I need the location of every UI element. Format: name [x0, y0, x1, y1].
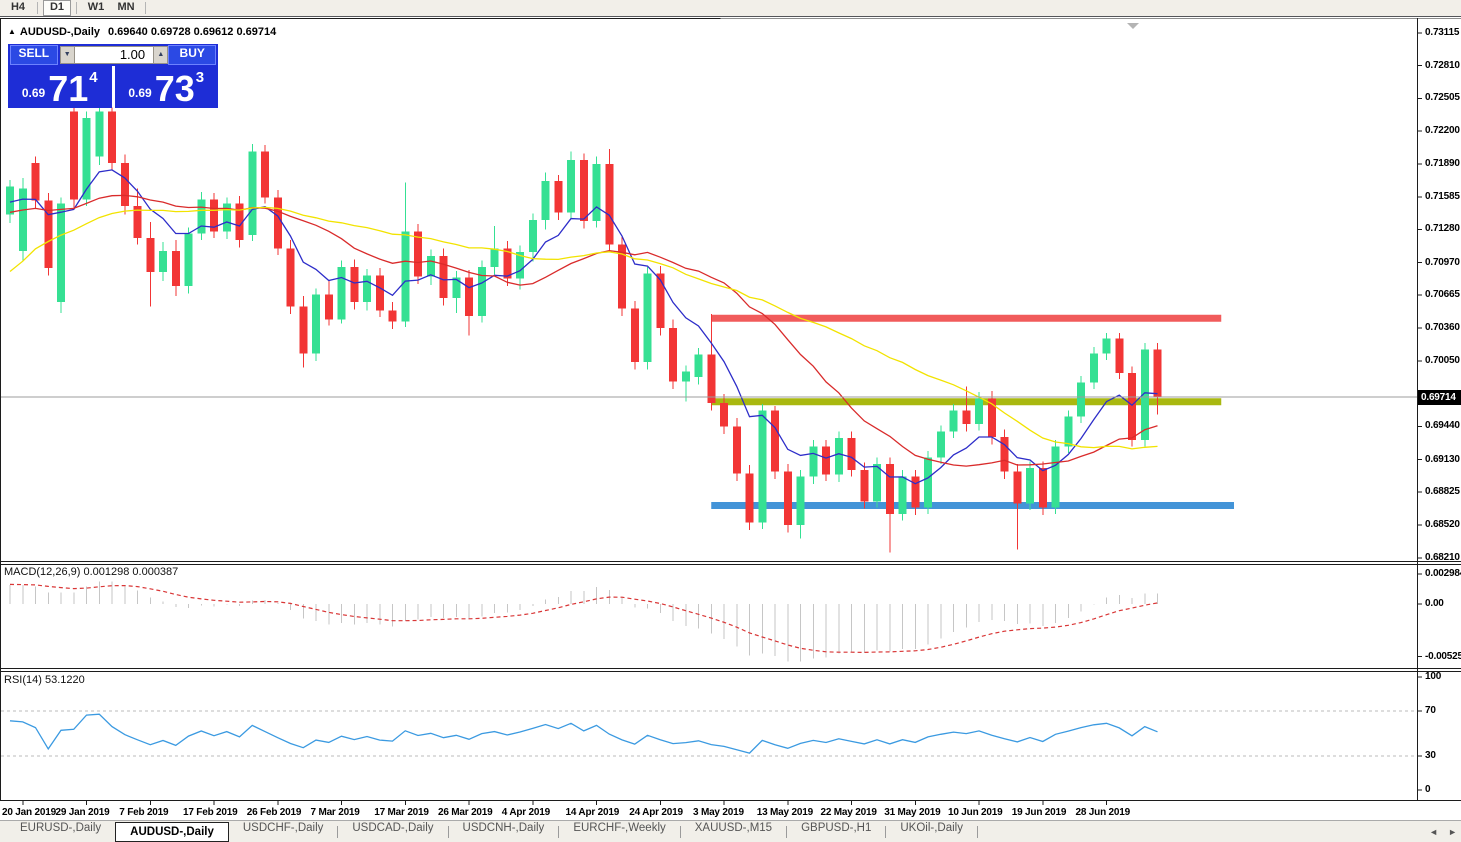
- sell-price-pip: 4: [89, 69, 98, 86]
- date-axis-label: 13 May 2019: [756, 807, 813, 818]
- volume-input[interactable]: 1.00: [74, 46, 154, 64]
- date-axis-label: 17 Mar 2019: [374, 807, 429, 818]
- date-axis-label: 7 Mar 2019: [310, 807, 360, 818]
- macd-axis-label: -0.005256: [1425, 650, 1461, 662]
- buy-button[interactable]: BUY: [168, 45, 217, 65]
- date-axis-label: 31 May 2019: [884, 807, 941, 818]
- buy-price-box[interactable]: 0.69 73 3: [114, 66, 218, 110]
- price-axis-label: 0.72810: [1425, 59, 1460, 71]
- date-axis-label: 7 Feb 2019: [119, 807, 169, 818]
- date-axis-label: 17 Feb 2019: [183, 807, 238, 818]
- price-axis-label: 0.68210: [1425, 551, 1460, 563]
- tab-xauusd-m15[interactable]: XAUUSD-,M15: [681, 822, 786, 842]
- price-axis-label: 0.69440: [1425, 420, 1460, 432]
- timeframe-button-w1[interactable]: W1: [82, 0, 110, 16]
- date-axis-label: 26 Feb 2019: [246, 807, 302, 818]
- price-axis-label: 0.70970: [1425, 256, 1460, 268]
- price-axis-label: 0.70665: [1425, 289, 1460, 301]
- macd-label: MACD(12,26,9) 0.001298 0.000387: [4, 566, 179, 578]
- tab-usdchf-daily[interactable]: USDCHF-,Daily: [229, 822, 338, 842]
- tab-scroll-left-button[interactable]: ◄: [1429, 825, 1438, 839]
- date-axis-label: 20 Jan 2019: [2, 807, 56, 818]
- tab-usdcnh-daily[interactable]: USDCNH-,Daily: [449, 822, 559, 842]
- chart-window[interactable]: ▲ AUDUSD-,Daily 0.69640 0.69728 0.69612 0.…: [0, 18, 1461, 820]
- toolbar-separator: [37, 2, 38, 14]
- price-axis-label: 0.68825: [1425, 486, 1460, 498]
- tab-eurchf-weekly[interactable]: EURCHF-,Weekly: [559, 822, 679, 842]
- chart-tab-bar: EURUSD-,Daily AUDUSD-,Daily USDCHF-,Daily U…: [0, 820, 1461, 842]
- timeframe-button-h4[interactable]: H4: [4, 0, 32, 16]
- chart-ohlc-values: 0.69640 0.69728 0.69612 0.69714: [108, 26, 277, 38]
- date-axis-label: 28 Jun 2019: [1075, 807, 1131, 818]
- sell-price-prefix: 0.69: [21, 86, 46, 100]
- rsi-axis-label: 30: [1425, 750, 1436, 762]
- sell-button[interactable]: SELL: [10, 45, 58, 65]
- one-click-trading-panel: SELL ▼ 1.00 ▲ BUY 0.69 71 4 0.69 73 3: [8, 44, 218, 108]
- tab-gbpusd-h1[interactable]: GBPUSD-,H1: [787, 822, 885, 842]
- timeframe-button-d1[interactable]: D1: [43, 0, 71, 16]
- timeframe-toolbar: H4 D1 W1 MN: [0, 0, 1461, 17]
- macd-axis-label: 0.002984: [1425, 568, 1461, 580]
- chart-symbol-label: AUDUSD-,Daily: [19, 26, 100, 38]
- date-axis-label: 14 Apr 2019: [565, 807, 620, 818]
- price-axis-label: 0.71280: [1425, 223, 1460, 235]
- tab-scroll-controls: ◄ ►: [1429, 825, 1457, 839]
- price-axis-label: 0.71585: [1425, 190, 1460, 202]
- toolbar-separator: [76, 2, 77, 14]
- rsi-axis-label: 0: [1425, 784, 1431, 795]
- volume-increase-button[interactable]: ▲: [153, 46, 169, 64]
- price-axis-label: 0.72505: [1425, 92, 1460, 104]
- price-axis-label: 0.70360: [1425, 321, 1460, 333]
- date-axis-label: 29 Jan 2019: [55, 807, 110, 818]
- buy-price-prefix: 0.69: [128, 86, 152, 100]
- buy-price-big: 73: [154, 68, 195, 110]
- date-axis-label: 4 Apr 2019: [501, 807, 550, 818]
- date-axis-label: 10 Jun 2019: [948, 807, 1003, 818]
- rsi-axis-label: 70: [1425, 704, 1436, 716]
- date-axis-label: 26 Mar 2019: [438, 807, 493, 818]
- collapse-arrow-icon[interactable]: ▲: [8, 27, 16, 36]
- date-axis-label: 24 Apr 2019: [629, 807, 683, 818]
- current-price-tag: 0.69714: [1418, 390, 1461, 405]
- macd-axis-label: 0.00: [1425, 598, 1444, 609]
- price-axis-label: 0.72200: [1425, 124, 1460, 136]
- mt4-terminal: H4 D1 W1 MN ▲ AUDUSD-,Daily 0.69640 0.69728 0…: [0, 0, 1461, 842]
- rsi-axis-label: 100: [1425, 671, 1442, 682]
- date-axis-label: 22 May 2019: [820, 807, 877, 818]
- volume-decrease-button[interactable]: ▼: [59, 46, 75, 64]
- buy-price-pip: 3: [195, 69, 205, 86]
- tab-eurusd-daily[interactable]: EURUSD-,Daily: [6, 822, 115, 842]
- chart-shift-marker-icon[interactable]: [1127, 23, 1139, 29]
- toolbar-separator: [145, 2, 146, 14]
- sell-price-big: 71: [48, 68, 89, 110]
- tab-separator: [977, 825, 978, 838]
- date-axis-label: 19 Jun 2019: [1011, 807, 1067, 818]
- rsi-label: RSI(14) 53.1220: [4, 674, 85, 686]
- price-axis-label: 0.69130: [1425, 453, 1460, 465]
- price-axis-label: 0.73115: [1425, 27, 1460, 38]
- price-axis-label: 0.70050: [1425, 355, 1460, 367]
- tab-ukoil-daily[interactable]: UKOil-,Daily: [886, 822, 977, 842]
- tab-usdcad-daily[interactable]: USDCAD-,Daily: [338, 822, 447, 842]
- price-axis-label: 0.68520: [1425, 518, 1460, 530]
- price-axis-label: 0.71890: [1425, 158, 1460, 170]
- tab-scroll-right-button[interactable]: ►: [1448, 825, 1457, 839]
- chart-title: ▲ AUDUSD-,Daily 0.69640 0.69728 0.69612 0.…: [8, 26, 276, 38]
- timeframe-button-mn[interactable]: MN: [112, 0, 140, 16]
- date-axis-label: 3 May 2019: [693, 807, 744, 818]
- chart-canvas[interactable]: [0, 18, 1461, 842]
- tab-audusd-daily[interactable]: AUDUSD-,Daily: [115, 821, 229, 842]
- sell-price-box[interactable]: 0.69 71 4: [8, 66, 112, 108]
